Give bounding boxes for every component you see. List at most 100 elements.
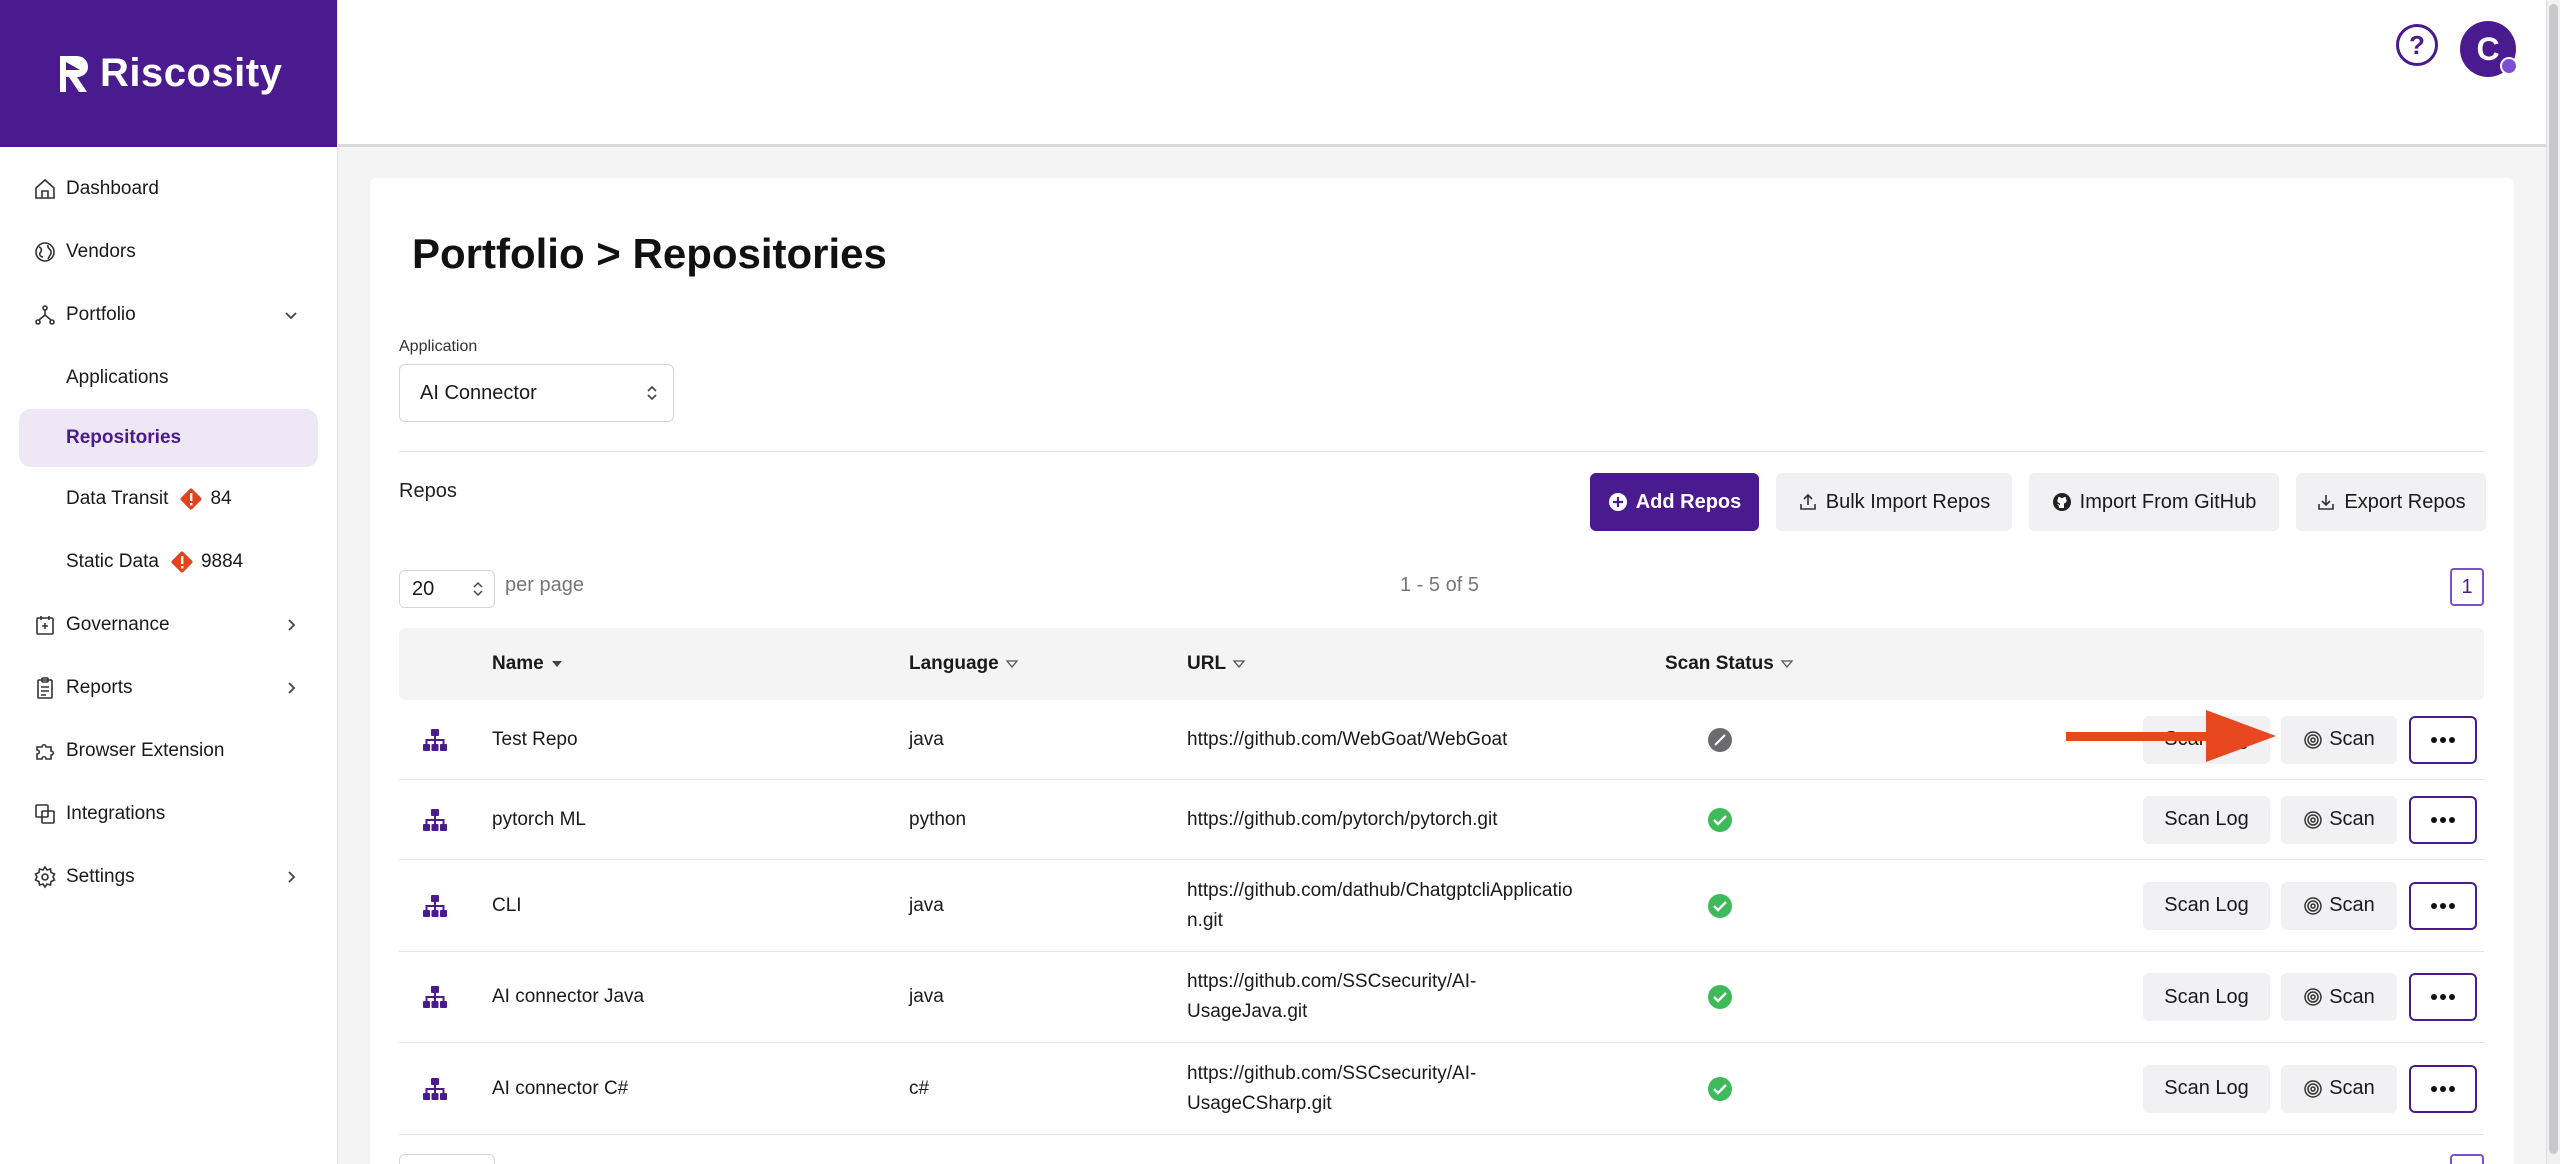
scan-log-button[interactable]: Scan Log bbox=[2143, 1064, 2270, 1113]
sort-icon bbox=[1780, 660, 1794, 669]
more-actions-button[interactable] bbox=[2409, 715, 2477, 764]
add-repos-label: Add Repos bbox=[1635, 490, 1742, 513]
more-actions-button[interactable] bbox=[2409, 795, 2477, 844]
sidebar-item-dashboard[interactable]: Dashboard bbox=[0, 157, 337, 220]
add-repos-button[interactable]: Add Repos bbox=[1590, 473, 1759, 531]
scan-button[interactable]: Scan bbox=[2281, 715, 2397, 764]
warning-icon bbox=[180, 488, 202, 509]
scrollbar-thumb[interactable] bbox=[2549, 4, 2558, 1154]
ellipsis-icon bbox=[2431, 994, 2455, 1000]
help-button[interactable]: ? bbox=[2396, 24, 2438, 66]
repo-language: java bbox=[909, 728, 944, 750]
column-header-scan-status[interactable]: Scan Status bbox=[1665, 628, 1794, 700]
puzzle-icon bbox=[32, 738, 58, 764]
sidebar-item-applications[interactable]: Applications bbox=[0, 346, 337, 409]
ellipsis-icon bbox=[2431, 1085, 2455, 1092]
sidebar-item-label: Settings bbox=[66, 865, 135, 887]
sort-icon bbox=[1005, 660, 1019, 669]
column-header-name[interactable]: Name bbox=[492, 628, 564, 700]
column-header-label: URL bbox=[1187, 653, 1227, 674]
per-page-select-bottom[interactable] bbox=[399, 1154, 495, 1164]
table-header: Name Language URL Scan Status bbox=[399, 628, 2484, 700]
page-scrollbar[interactable] bbox=[2546, 0, 2560, 1164]
repo-url: https://github.com/SSCsecurity/AI-UsageJ… bbox=[1187, 971, 1477, 1022]
repo-url: https://github.com/SSCsecurity/AI-UsageC… bbox=[1187, 1062, 1477, 1114]
sidebar-item-label: Governance bbox=[66, 613, 170, 635]
table-row[interactable]: AI connector C# c# https://github.com/SS… bbox=[399, 1043, 2484, 1135]
alert-badge: 9884 bbox=[169, 549, 243, 575]
clipboard-icon bbox=[32, 675, 58, 701]
page-button-bottom[interactable] bbox=[2450, 1154, 2484, 1164]
import-from-github-button[interactable]: Import From GitHub bbox=[2029, 473, 2279, 531]
repo-name: pytorch ML bbox=[492, 808, 586, 830]
check-circle-icon bbox=[1708, 1076, 1732, 1101]
repo-url: https://github.com/WebGoat/WebGoat bbox=[1187, 728, 1508, 750]
sidebar-item-label: Reports bbox=[66, 676, 133, 698]
sidebar-item-label: Repositories bbox=[66, 427, 182, 448]
sidebar-item-label: Applications bbox=[66, 366, 169, 388]
avatar-initial: C bbox=[2476, 30, 2500, 67]
bulk-import-repos-button[interactable]: Bulk Import Repos bbox=[1776, 473, 2012, 531]
repo-name: Test Repo bbox=[492, 728, 578, 750]
scan-label: Scan bbox=[2329, 808, 2375, 830]
scan-log-button[interactable]: Scan Log bbox=[2143, 795, 2270, 844]
sidebar-item-repositories[interactable]: Repositories bbox=[19, 409, 318, 467]
repository-icon bbox=[423, 986, 447, 1008]
sidebar-item-browser-extension[interactable]: Browser Extension bbox=[0, 719, 337, 782]
integrations-icon bbox=[32, 801, 58, 827]
top-bar: ? C bbox=[338, 0, 2546, 147]
github-icon bbox=[2052, 493, 2071, 511]
repos-section-label: Repos bbox=[399, 480, 457, 502]
scan-log-button[interactable]: Scan Log bbox=[2143, 973, 2270, 1021]
repositories-card: Portfolio > Repositories Application AI … bbox=[370, 178, 2514, 1164]
alert-count: 84 bbox=[210, 487, 232, 509]
repo-language: python bbox=[909, 808, 967, 830]
column-header-url[interactable]: URL bbox=[1187, 628, 1246, 700]
alert-count: 9884 bbox=[200, 550, 244, 572]
per-page-select[interactable]: 20 bbox=[399, 570, 495, 608]
export-repos-button[interactable]: Export Repos bbox=[2296, 473, 2486, 531]
sidebar: Riscosity Dashboard Vendors Portfolio Ap… bbox=[0, 0, 338, 1164]
scan-log-button[interactable]: Scan Log bbox=[2143, 881, 2270, 930]
sidebar-item-static-data[interactable]: Static Data 9884 bbox=[0, 530, 337, 593]
sidebar-item-vendors[interactable]: Vendors bbox=[0, 220, 337, 283]
sidebar-item-governance[interactable]: Governance bbox=[0, 593, 337, 656]
scan-label: Scan bbox=[2329, 1077, 2375, 1099]
globe-icon bbox=[32, 239, 58, 265]
chevron-right-icon bbox=[288, 681, 296, 694]
column-header-language[interactable]: Language bbox=[909, 628, 1019, 700]
sidebar-item-settings[interactable]: Settings bbox=[0, 845, 337, 908]
divider bbox=[399, 451, 2484, 452]
page-button-1[interactable]: 1 bbox=[2450, 568, 2484, 606]
more-actions-button[interactable] bbox=[2409, 1064, 2477, 1113]
table-row[interactable]: pytorch ML python https://github.com/pyt… bbox=[399, 780, 2484, 860]
sidebar-item-portfolio[interactable]: Portfolio bbox=[0, 283, 337, 346]
sidebar-item-integrations[interactable]: Integrations bbox=[0, 782, 337, 845]
scan-button[interactable]: Scan bbox=[2281, 973, 2397, 1021]
sidebar-item-label: Data Transit bbox=[66, 487, 169, 509]
sidebar-item-reports[interactable]: Reports bbox=[0, 656, 337, 719]
pagination-range: 1 - 5 of 5 bbox=[1400, 574, 1479, 596]
alert-badge: 84 bbox=[178, 486, 232, 512]
user-avatar[interactable]: C bbox=[2460, 21, 2518, 77]
table-row[interactable]: CLI java https://github.com/dathub/Chatg… bbox=[399, 860, 2484, 952]
repo-language: c# bbox=[909, 1077, 930, 1099]
repo-name: CLI bbox=[492, 894, 522, 916]
sort-desc-icon bbox=[551, 661, 562, 667]
annotation-arrow-icon bbox=[2066, 710, 2276, 762]
target-icon bbox=[2304, 810, 2322, 829]
bulk-import-label: Bulk Import Repos bbox=[1825, 490, 1991, 513]
plus-circle-icon bbox=[1608, 493, 1627, 511]
scan-button[interactable]: Scan bbox=[2281, 1064, 2397, 1113]
more-actions-button[interactable] bbox=[2409, 881, 2477, 930]
table-row[interactable]: AI connector Java java https://github.co… bbox=[399, 952, 2484, 1043]
logo-bar[interactable]: Riscosity bbox=[0, 0, 337, 147]
more-actions-button[interactable] bbox=[2409, 973, 2477, 1021]
select-arrows-icon bbox=[473, 581, 483, 597]
scan-button[interactable]: Scan bbox=[2281, 881, 2397, 930]
scan-button[interactable]: Scan bbox=[2281, 795, 2397, 844]
application-select[interactable]: AI Connector bbox=[399, 364, 674, 422]
scan-label: Scan bbox=[2329, 728, 2375, 750]
application-label: Application bbox=[399, 338, 478, 355]
sidebar-item-data-transit[interactable]: Data Transit 84 bbox=[0, 467, 337, 530]
